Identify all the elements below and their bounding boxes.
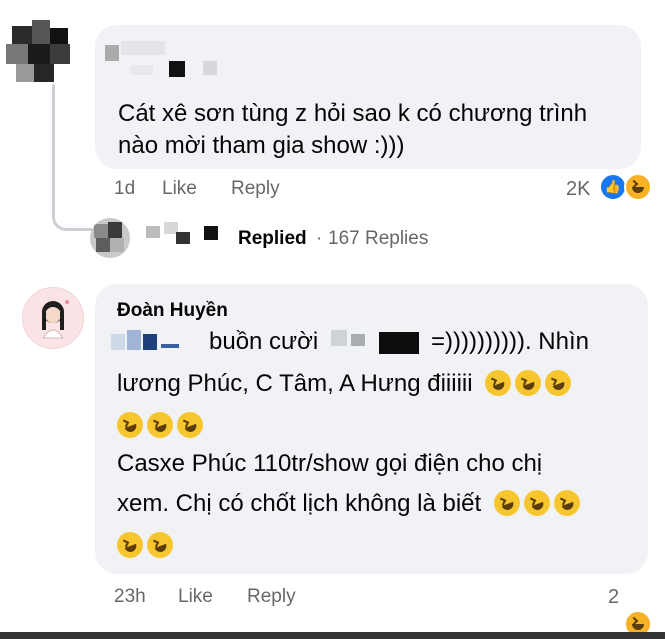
- censored-text: [379, 332, 419, 354]
- avatar[interactable]: [22, 287, 84, 349]
- comment-text-line: buồn cười: [209, 328, 319, 355]
- comment-timestamp[interactable]: 23h: [114, 586, 146, 608]
- censored-mention: [111, 334, 125, 350]
- comment-bubble: Cát xê sơn tùng z hỏi sao k có chương tr…: [95, 25, 641, 169]
- comment-emoji-line: [113, 528, 177, 562]
- reply-button[interactable]: Reply: [231, 178, 280, 200]
- censored-author-name: [105, 45, 119, 61]
- rofl-emoji: [173, 408, 207, 442]
- reaction-count[interactable]: 2: [608, 586, 619, 609]
- rofl-emoji: [481, 366, 515, 400]
- rofl-emoji: [143, 528, 177, 562]
- rofl-emoji: [490, 486, 524, 520]
- thread-connector-line: [52, 84, 55, 210]
- comment-author[interactable]: Đoàn Huyền: [117, 300, 228, 322]
- rofl-emoji: [511, 366, 545, 400]
- reply-button[interactable]: Reply: [247, 586, 296, 608]
- rofl-emoji: [143, 408, 177, 442]
- comment-text-line: xem. Chị có chốt lịch không là biết: [117, 486, 584, 520]
- censored-reply-name: [146, 226, 160, 238]
- separator-dot: ·: [316, 228, 323, 249]
- reply-avatar[interactable]: [90, 218, 130, 258]
- avatar[interactable]: [6, 20, 72, 86]
- replies-count-link[interactable]: 167 Replies: [328, 228, 428, 250]
- rofl-emoji: [550, 486, 584, 520]
- comment-bubble: Đoàn Huyền buồn cười =)))))))))). Nhìn l…: [95, 284, 648, 574]
- like-button[interactable]: Like: [162, 178, 197, 200]
- comment-text: Cát xê sơn tùng z hỏi sao k có chương tr…: [118, 100, 588, 159]
- comment-text-line: Casxe Phúc 110tr/show gọi điện cho chị: [117, 450, 543, 477]
- divider: [0, 632, 665, 639]
- comment-timestamp[interactable]: 1d: [114, 178, 135, 200]
- like-button[interactable]: Like: [178, 586, 213, 608]
- haha-icon: [624, 173, 652, 201]
- comment-emoji-line: [113, 408, 207, 442]
- rofl-emoji: [541, 366, 575, 400]
- rofl-emoji: [520, 486, 554, 520]
- like-icon: 👍: [599, 173, 627, 201]
- comment-text-line: lương Phúc, C Tâm, A Hưng điiiiii: [117, 366, 575, 400]
- replied-label[interactable]: Replied: [238, 228, 307, 250]
- reaction-count[interactable]: 2K: [566, 178, 590, 201]
- comment-text-line: =)))))))))). Nhìn: [431, 328, 589, 355]
- rofl-emoji: [113, 408, 147, 442]
- thread-connector-curve: [52, 207, 92, 231]
- rofl-emoji: [113, 528, 147, 562]
